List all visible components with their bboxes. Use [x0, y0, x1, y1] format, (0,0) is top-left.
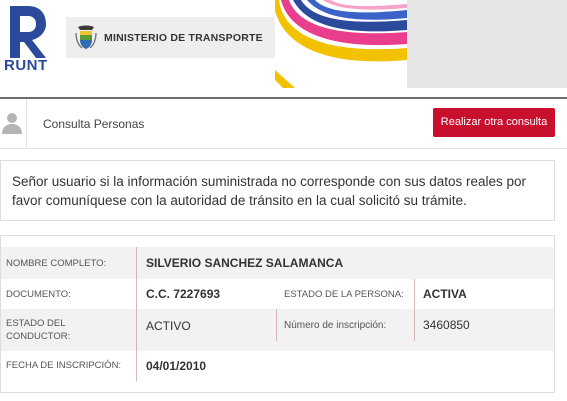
table-row-conductor: ESTADO DEL CONDUCTOR: ACTIVO Número de i… — [1, 309, 554, 351]
cell-divider — [414, 309, 415, 341]
cell-divider — [414, 279, 415, 309]
consulta-bar: Consulta Personas Realizar otra consulta — [0, 99, 567, 149]
ministry-banner: MINISTERIO DE TRANSPORTE — [66, 17, 277, 58]
ministry-name: MINISTERIO DE TRANSPORTE — [104, 32, 263, 44]
cell-divider — [276, 309, 277, 341]
nombre-label: NOMBRE COMPLETO: — [6, 258, 107, 269]
fecha-value: 04/01/2010 — [146, 359, 207, 373]
estado-persona-label: ESTADO DE LA PERSONA: — [284, 289, 404, 300]
inscripcion-label: Número de inscripción: — [284, 320, 387, 331]
cell-divider — [136, 309, 137, 351]
runt-logo-text: RUNT — [4, 57, 48, 74]
cell-divider — [136, 351, 137, 381]
table-row-nombre: NOMBRE COMPLETO: SILVERIO SANCHEZ SALAMA… — [1, 247, 554, 279]
table-row-documento: DOCUMENTO: C.C. 7227693 ESTADO DE LA PER… — [1, 279, 554, 309]
nombre-value: SILVERIO SANCHEZ SALAMANCA — [146, 256, 344, 270]
cell-divider — [136, 279, 137, 309]
notice-text: Señor usuario si la información suminist… — [12, 174, 527, 208]
estado-conductor-label: ESTADO DEL CONDUCTOR: — [6, 318, 71, 342]
documento-label: DOCUMENTO: — [6, 289, 71, 300]
new-query-button[interactable]: Realizar otra consulta — [433, 108, 555, 137]
estado-persona-value: ACTIVA — [423, 287, 467, 301]
page-title: Consulta Personas — [43, 117, 145, 131]
info-notice: Señor usuario si la información suminist… — [0, 160, 555, 221]
table-row-fecha: FECHA DE INSCRIPCIÓN: 04/01/2010 — [1, 351, 554, 381]
header-background-panel — [407, 0, 567, 88]
bar-separator — [26, 99, 27, 149]
person-data-table: NOMBRE COMPLETO: SILVERIO SANCHEZ SALAMA… — [0, 235, 555, 393]
inscripcion-value: 3460850 — [423, 318, 470, 332]
person-icon — [2, 113, 22, 134]
decorative-waves — [275, 0, 407, 88]
fecha-label: FECHA DE INSCRIPCIÓN: — [6, 360, 122, 371]
cell-divider — [136, 247, 137, 279]
estado-conductor-value: ACTIVO — [146, 319, 191, 333]
page-header: RUNT MINISTERIO DE TRANSPORTE — [0, 0, 567, 88]
coat-of-arms-icon — [75, 25, 97, 49]
documento-value: C.C. 7227693 — [146, 287, 221, 301]
